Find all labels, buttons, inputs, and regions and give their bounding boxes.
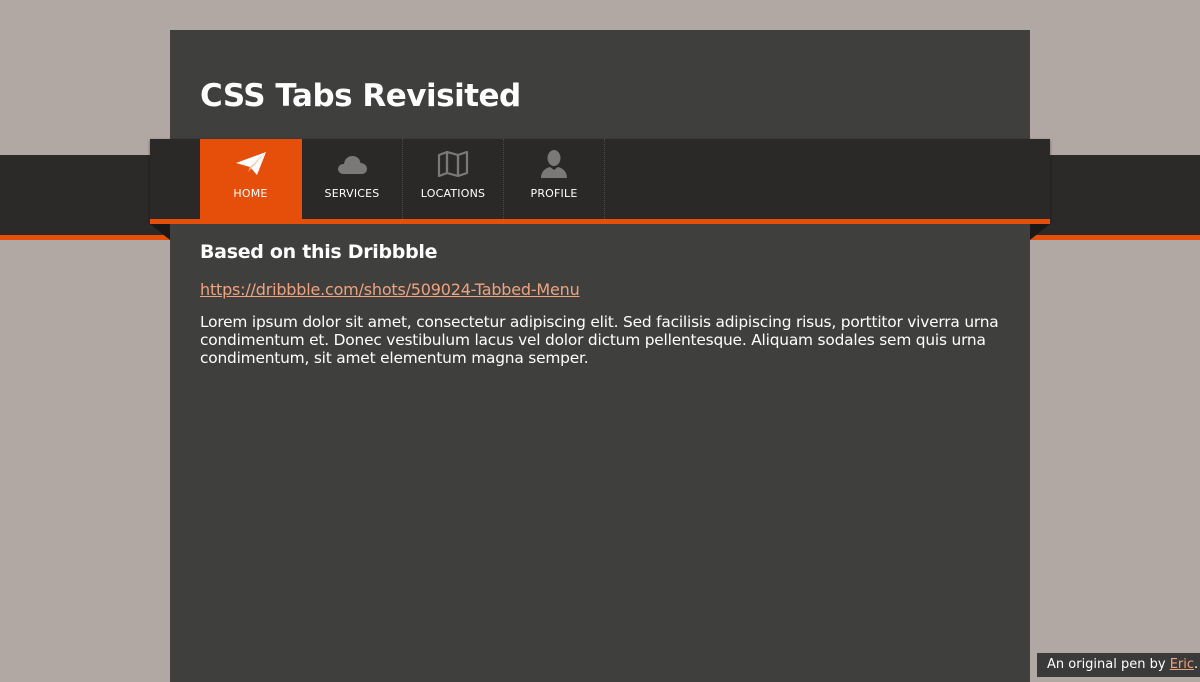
tab-locations-label: LOCATIONS (420, 187, 486, 200)
ribbon-fold-left (150, 224, 170, 240)
tab-bar-accent (150, 219, 1050, 224)
user-icon (538, 149, 570, 179)
dribbble-link[interactable]: https://dribbble.com/shots/509024-Tabbed… (200, 280, 580, 299)
tab-content: Based on this Dribbble https://dribbble.… (200, 241, 1000, 367)
credit-suffix: . (1194, 657, 1199, 672)
cloud-icon (336, 149, 368, 179)
credit-author-link[interactable]: Eric (1170, 657, 1194, 672)
content-heading: Based on this Dribbble (200, 241, 438, 263)
page-title: CSS Tabs Revisited (200, 78, 521, 114)
tab-home-label: HOME (233, 187, 268, 200)
tab-profile[interactable]: PROFILE (504, 139, 605, 219)
credit-badge: An original pen by Eric. (1037, 653, 1200, 677)
tab-home[interactable]: HOME (200, 139, 302, 219)
paper-plane-icon (235, 149, 267, 179)
tab-services-label: SERVICES (324, 187, 380, 200)
map-icon (437, 149, 469, 179)
tab-profile-label: PROFILE (530, 187, 578, 200)
tab-locations[interactable]: LOCATIONS (403, 139, 504, 219)
ribbon-fold-right (1030, 224, 1050, 240)
credit-prefix: An original pen by (1047, 657, 1170, 672)
tab-services[interactable]: SERVICES (302, 139, 403, 219)
tab-list: HOME SERVICES LOCATIONS PROFILE (200, 139, 605, 219)
content-body: Lorem ipsum dolor sit amet, consectetur … (200, 313, 999, 367)
